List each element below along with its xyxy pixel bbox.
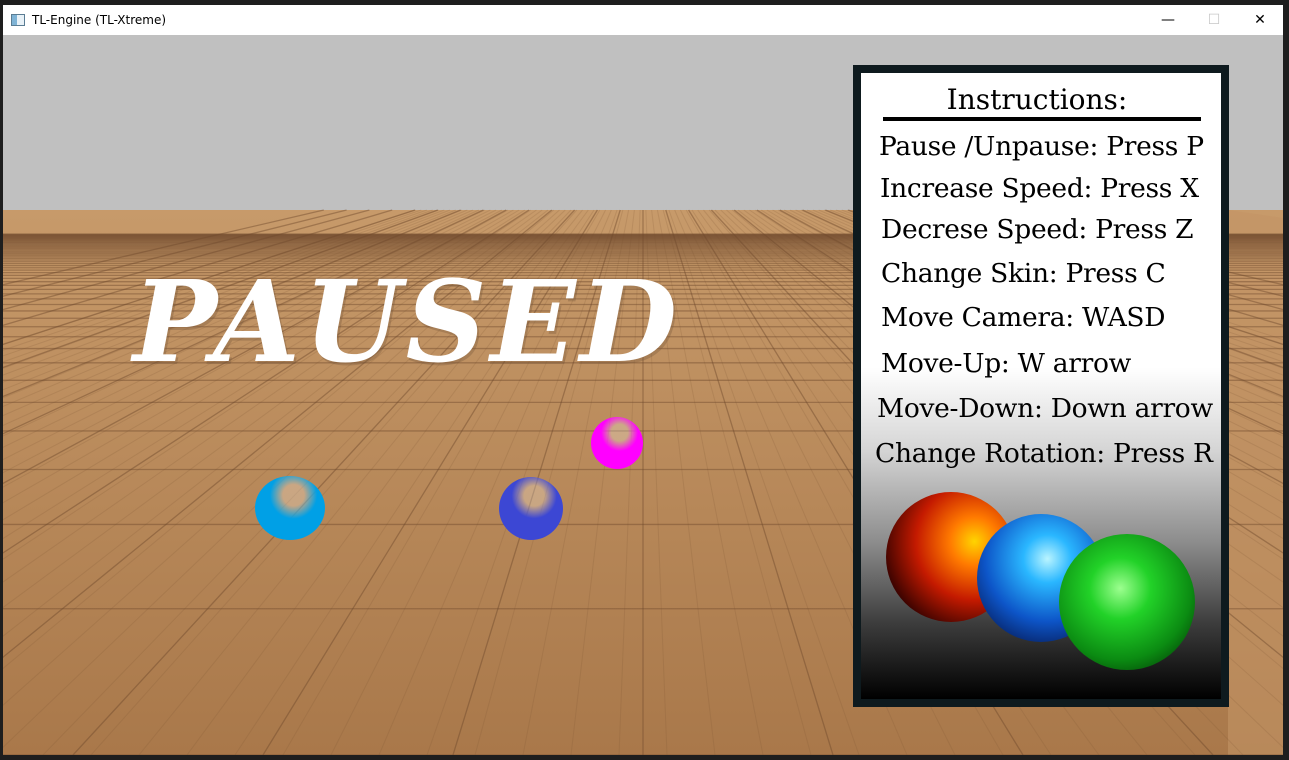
instructions-panel-inner: Instructions: Pause /Unpause: Press P In… [861,73,1221,699]
app-window: TL-Engine (TL-Xtreme) — ☐ ✕ PAUSED Instr… [3,5,1283,755]
minimize-button[interactable]: — [1145,5,1191,35]
app-icon [11,14,25,26]
green-sphere [1059,534,1195,670]
paused-label: PAUSED [133,257,682,388]
dark-blue-ball [499,477,563,540]
title-bar[interactable]: TL-Engine (TL-Xtreme) — ☐ ✕ [3,5,1283,35]
magenta-ball [591,417,643,469]
light-blue-ball [255,476,325,540]
window-controls: — ☐ ✕ [1145,5,1283,35]
instructions-panel: Instructions: Pause /Unpause: Press P In… [853,65,1229,707]
decorative-spheres [886,492,1195,670]
close-button[interactable]: ✕ [1237,5,1283,35]
game-viewport[interactable]: PAUSED Instructions: Pause /Unpause: Pre… [3,35,1283,755]
maximize-button[interactable]: ☐ [1191,5,1237,35]
window-title: TL-Engine (TL-Xtreme) [32,13,167,27]
